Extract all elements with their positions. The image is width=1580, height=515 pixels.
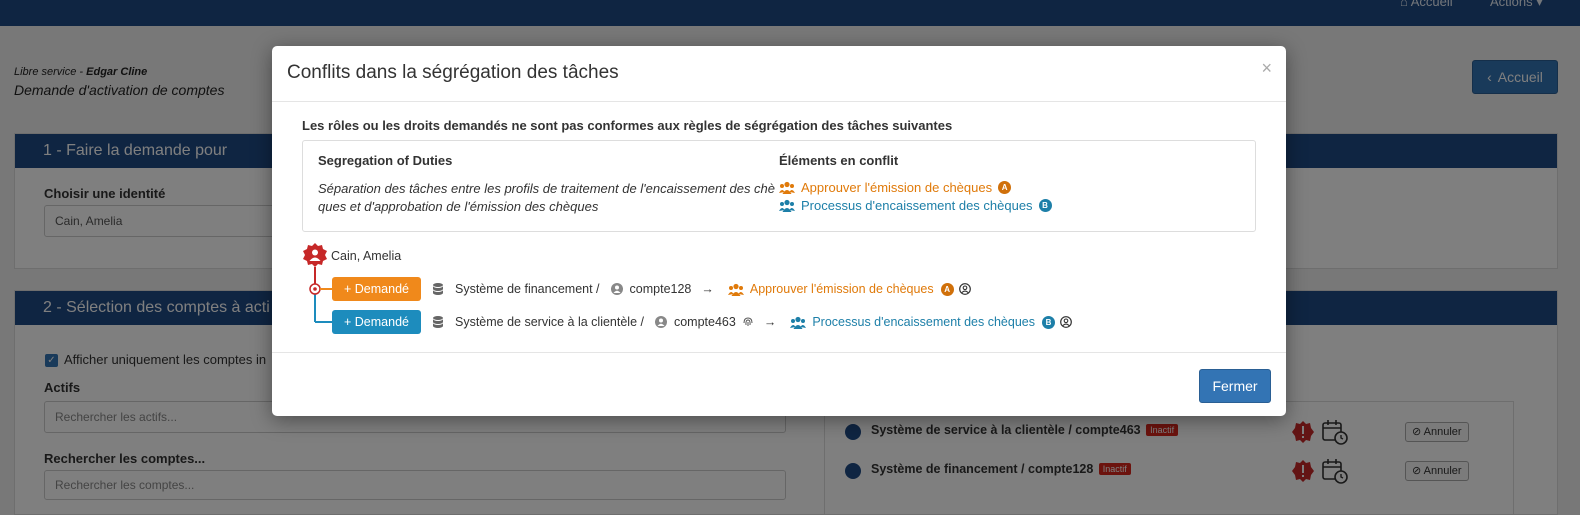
- system-name: Système de financement /: [455, 282, 600, 296]
- requested-button[interactable]: + Demandé: [332, 310, 421, 334]
- account-icon: [610, 283, 623, 295]
- modal-footer: Fermer: [272, 352, 1286, 416]
- users-icon: [779, 181, 795, 194]
- conflict-label[interactable]: Approuver l'émission de chèques: [801, 180, 992, 195]
- conflict-intro: Les rôles ou les droits demandés ne sont…: [302, 118, 953, 133]
- letter-badge: A: [998, 181, 1012, 194]
- close-icon[interactable]: ×: [1261, 58, 1272, 79]
- database-icon: [433, 316, 443, 328]
- role-link[interactable]: Approuver l'émission de chèques: [750, 282, 934, 296]
- letter-badge: B: [1038, 199, 1052, 212]
- letter-badge: B: [1042, 315, 1055, 329]
- tree-row: + Demandé Système de financement / compt…: [332, 277, 971, 301]
- account-icon: [654, 316, 667, 328]
- modal-title: Conflits dans la ségrégation des tâches: [287, 62, 619, 83]
- fingerprint-icon: [743, 317, 753, 326]
- conflict-item-a: Approuver l'émission de chèques A: [779, 180, 1012, 195]
- conflict-header: Éléments en conflit: [779, 153, 899, 168]
- user-outline-icon: [1060, 316, 1072, 328]
- sod-rule-box: Segregation of Duties Éléments en confli…: [302, 140, 1256, 232]
- conflict-label[interactable]: Processus d'encaissement des chèques: [801, 198, 1033, 213]
- database-icon: [433, 283, 443, 295]
- conflict-item-b: Processus d'encaissement des chèques B: [779, 198, 1052, 213]
- system-name: Système de service à la clientèle /: [455, 315, 644, 329]
- role-link[interactable]: Processus d'encaissement des chèques: [812, 315, 1035, 329]
- requested-button[interactable]: + Demandé: [332, 277, 421, 301]
- letter-badge: A: [940, 282, 954, 296]
- account-name: compte128: [629, 282, 692, 296]
- tree-identity-name: Cain, Amelia: [331, 249, 402, 263]
- users-icon: [779, 199, 795, 212]
- users-icon: [790, 316, 807, 329]
- tree-row: + Demandé Système de service à la client…: [332, 310, 1072, 334]
- sod-conflict-dialog: Conflits dans la ségrégation des tâches …: [272, 46, 1286, 416]
- user-outline-icon: [958, 283, 971, 295]
- close-button[interactable]: Fermer: [1199, 369, 1271, 403]
- arrow-right-icon: →: [763, 315, 777, 329]
- arrow-right-icon: →: [701, 282, 714, 296]
- account-name: compte463: [673, 315, 736, 329]
- users-icon: [727, 283, 744, 296]
- sod-header: Segregation of Duties: [318, 153, 453, 168]
- modal-header: Conflits dans la ségrégation des tâches …: [272, 46, 1286, 102]
- sod-description: Séparation des tâches entre les profils …: [318, 181, 776, 214]
